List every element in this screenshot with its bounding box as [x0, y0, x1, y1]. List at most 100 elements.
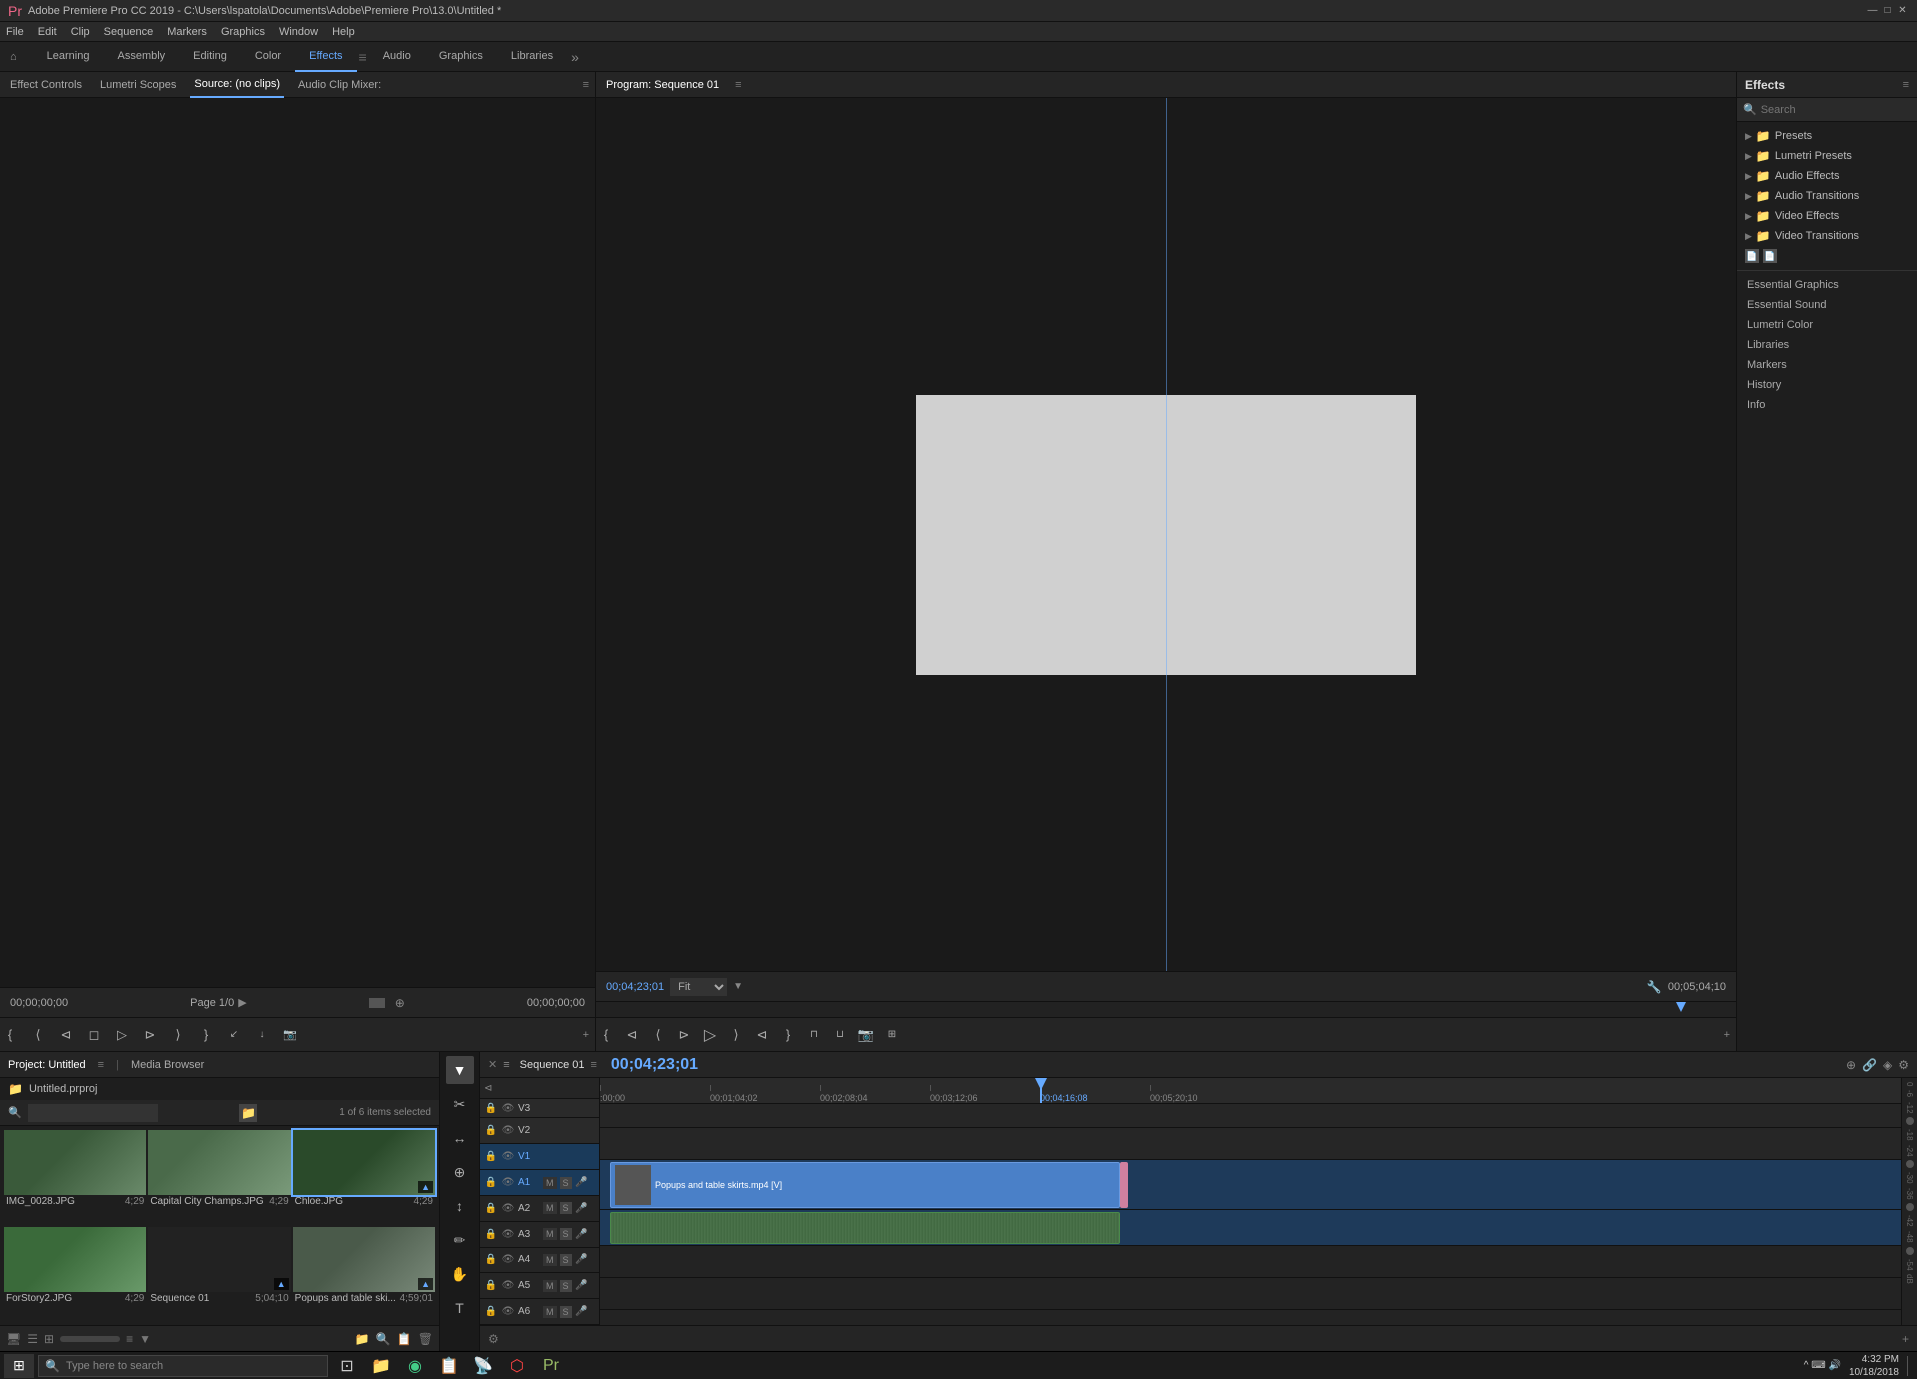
thumbnail-item-4[interactable]: ▲ Sequence 01 5;04;10 [148, 1227, 290, 1322]
tool-text[interactable]: T [446, 1294, 474, 1322]
tab-assembly[interactable]: Assembly [103, 42, 179, 72]
source-panel-menu-icon[interactable]: ≡ [583, 79, 589, 91]
source-play-button[interactable]: ▷ [112, 1025, 132, 1045]
tool-slip[interactable]: ↕ [446, 1192, 474, 1220]
track-lock-a5[interactable]: 🔒 [484, 1279, 498, 1293]
thumbnail-item-2[interactable]: ▲ Chloe.JPG 4;29 [293, 1130, 435, 1225]
tl-tool-link[interactable]: 🔗 [1862, 1058, 1877, 1072]
proj-slider[interactable] [60, 1336, 120, 1342]
effects-link-info[interactable]: Info [1737, 395, 1917, 415]
prog-lift[interactable]: ⊓ [804, 1025, 824, 1045]
tab-editing[interactable]: Editing [179, 42, 241, 72]
tab-effect-controls[interactable]: Effect Controls [6, 72, 86, 98]
source-add-button[interactable]: + [583, 1029, 589, 1041]
effects-link-libraries[interactable]: Libraries [1737, 335, 1917, 355]
prog-add-button[interactable]: + [1724, 1029, 1730, 1041]
tl-tool-snap[interactable]: ⊕ [1846, 1058, 1856, 1072]
source-go-out[interactable]: ⊳ [140, 1025, 160, 1045]
menu-file[interactable]: File [6, 26, 24, 38]
track-lock-a2[interactable]: 🔒 [484, 1201, 498, 1215]
track-m-a3[interactable]: M [543, 1228, 557, 1240]
taskbar-app-chrome[interactable]: ◉ [400, 1354, 430, 1378]
menu-sequence[interactable]: Sequence [104, 26, 154, 38]
thumbnail-item-0[interactable]: IMG_0028.JPG 4;29 [4, 1130, 146, 1225]
effects-link-essential-graphics[interactable]: Essential Graphics [1737, 275, 1917, 295]
minimize-button[interactable]: — [1866, 4, 1879, 17]
proj-icon-grid[interactable]: ⊞ [44, 1332, 54, 1346]
tab-source[interactable]: Source: (no clips) [190, 72, 284, 98]
source-stop-button[interactable]: ◻ [84, 1025, 104, 1045]
tab-audio-clip-mixer[interactable]: Audio Clip Mixer: [294, 72, 385, 98]
track-m-a5[interactable]: M [543, 1280, 557, 1292]
track-eye-a1[interactable]: 👁 [501, 1176, 515, 1190]
track-lock-a3[interactable]: 🔒 [484, 1227, 498, 1241]
track-eye-a3[interactable]: 👁 [501, 1227, 515, 1241]
close-button[interactable]: ✕ [1896, 4, 1909, 17]
thumbnail-item-3[interactable]: ForStory2.JPG 4;29 [4, 1227, 146, 1322]
prog-go-in[interactable]: ⊳ [674, 1025, 694, 1045]
taskbar-app-premiere[interactable]: Pr [536, 1354, 566, 1378]
track-eye-a4[interactable]: 👁 [501, 1253, 515, 1267]
taskbar-show-desktop[interactable] [1907, 1356, 1913, 1376]
taskbar-app-adobe[interactable]: ⬡ [502, 1354, 532, 1378]
tab-media-browser[interactable]: Media Browser [131, 1059, 204, 1071]
prog-extract[interactable]: ⊔ [830, 1025, 850, 1045]
tree-item-audio-transitions[interactable]: ▶ 📁 Audio Transitions [1737, 186, 1917, 206]
prog-camera[interactable]: 📷 [856, 1025, 876, 1045]
project-search-input[interactable] [28, 1104, 158, 1122]
track-eye-v2[interactable]: 👁 [501, 1124, 515, 1138]
track-eye-a2[interactable]: 👁 [501, 1201, 515, 1215]
track-lock-a4[interactable]: 🔒 [484, 1253, 498, 1267]
prog-play[interactable]: ▷ [700, 1025, 720, 1045]
taskbar-app-wifi[interactable]: 📡 [468, 1354, 498, 1378]
project-menu-icon[interactable]: ≡ [98, 1059, 104, 1071]
track-lock-a6[interactable]: 🔒 [484, 1305, 498, 1319]
tab-color[interactable]: Color [241, 42, 295, 72]
tool-hand[interactable]: ✋ [446, 1260, 474, 1288]
effects-link-essential-sound[interactable]: Essential Sound [1737, 295, 1917, 315]
track-s-a4[interactable]: S [560, 1254, 572, 1266]
source-mark-in[interactable]: { [0, 1025, 20, 1045]
fit-dropdown[interactable]: Fit 25% 50% 100% [670, 978, 727, 996]
track-lock-v1[interactable]: 🔒 [484, 1150, 498, 1164]
file-icon-2[interactable]: 📄 [1763, 249, 1777, 263]
proj-icon-1[interactable]: 🖥 [6, 1332, 21, 1346]
menu-window[interactable]: Window [279, 26, 318, 38]
track-s-a6[interactable]: S [560, 1306, 572, 1318]
track-s-a3[interactable]: S [560, 1228, 572, 1240]
tl-bottom-add[interactable]: + [1902, 1332, 1909, 1346]
proj-icon-sort[interactable]: ≡ [126, 1332, 133, 1346]
menu-edit[interactable]: Edit [38, 26, 57, 38]
tl-tool-settings[interactable]: ⚙ [1898, 1058, 1909, 1072]
tl-tool-marker[interactable]: ◈ [1883, 1058, 1892, 1072]
tab-lumetri-scopes[interactable]: Lumetri Scopes [96, 72, 180, 98]
track-m-a2[interactable]: M [543, 1202, 557, 1214]
home-icon[interactable]: ⌂ [10, 51, 17, 63]
effects-link-history[interactable]: History [1737, 375, 1917, 395]
thumbnail-item-5[interactable]: ▲ Popups and table ski... 4;59;01 [293, 1227, 435, 1322]
taskbar-app-multitask[interactable]: ⊡ [332, 1354, 362, 1378]
tab-effects[interactable]: Effects [295, 42, 356, 72]
track-s-a5[interactable]: S [560, 1280, 572, 1292]
tab-libraries[interactable]: Libraries [497, 42, 567, 72]
thumbnail-item-1[interactable]: Capital City Champs.JPG 4;29 [148, 1130, 290, 1225]
taskbar-search-bar[interactable]: 🔍 Type here to search [38, 1355, 328, 1377]
proj-icon-list[interactable]: ☰ [27, 1332, 38, 1346]
tab-learning[interactable]: Learning [33, 42, 104, 72]
workspace-more-button[interactable]: » [571, 49, 579, 65]
effects-link-markers[interactable]: Markers [1737, 355, 1917, 375]
proj-icon-new-item[interactable]: 📋 [397, 1332, 412, 1346]
source-overwrite[interactable]: ↓ [252, 1025, 272, 1045]
prog-go-out[interactable]: ⊲ [752, 1025, 772, 1045]
tree-item-presets[interactable]: ▶ 📁 Presets [1737, 126, 1917, 146]
track-s-a2[interactable]: S [560, 1202, 572, 1214]
tree-item-audio-effects[interactable]: ▶ 📁 Audio Effects [1737, 166, 1917, 186]
menu-clip[interactable]: Clip [71, 26, 90, 38]
effects-link-lumetri-color[interactable]: Lumetri Color [1737, 315, 1917, 335]
tree-item-video-effects[interactable]: ▶ 📁 Video Effects [1737, 206, 1917, 226]
start-button[interactable]: ⊞ [4, 1354, 34, 1378]
tool-pen[interactable]: ✏ [446, 1226, 474, 1254]
source-camera[interactable]: 📷 [280, 1025, 300, 1045]
timeline-close-icon[interactable]: ✕ [488, 1058, 497, 1071]
track-eye-v3[interactable]: 👁 [501, 1101, 515, 1115]
